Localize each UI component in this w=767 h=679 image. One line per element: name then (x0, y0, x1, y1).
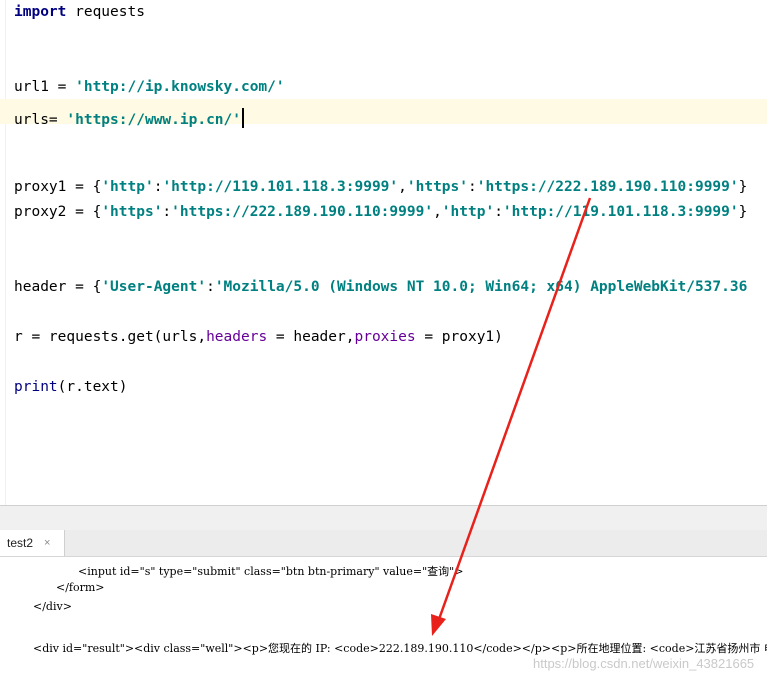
close-icon[interactable]: × (44, 530, 50, 556)
call-args: (r.text) (57, 379, 128, 395)
dict-key: 'http' (101, 179, 154, 195)
dict-key: 'https' (101, 204, 163, 220)
code-line-proxy1[interactable]: proxy1 = {'http': 'http://119.101.118.3:9… (14, 179, 747, 195)
watermark: https://blog.csdn.net/weixin_43821665 (533, 656, 755, 671)
assign-target: proxy1 = { (14, 179, 102, 195)
comma: , (433, 204, 442, 220)
assign-target: proxy2 = { (14, 204, 102, 220)
colon: : (162, 204, 172, 220)
run-tab-bar: test2 × (0, 530, 767, 557)
dict-key: 'User-Agent' (101, 279, 207, 295)
code-line-import[interactable]: import requests (14, 4, 145, 20)
output-line: </form> (56, 581, 105, 594)
colon: : (494, 204, 503, 220)
code-editor[interactable]: import requests url1 = 'http://ip.knowsk… (0, 0, 767, 505)
code-line-url1[interactable]: url1 = 'http://ip.knowsky.com/' (14, 79, 285, 95)
assign-target: urls= (14, 112, 67, 128)
dict-value: 'https://222.189.190.110:9999' (171, 204, 434, 220)
brace: } (738, 204, 748, 220)
string-literal: 'https://www.ip.cn/' (66, 112, 241, 128)
code-line-urls[interactable]: urls= 'https://www.ip.cn/' (14, 104, 244, 128)
panel-separator[interactable] (0, 505, 767, 530)
output-line: <input id="s" type="submit" class="btn b… (78, 565, 464, 578)
call-expression: r = requests.get(urls, (14, 329, 207, 345)
dict-value: 'http://119.101.118.3:9999' (502, 204, 739, 220)
string-literal: 'http://ip.knowsky.com/' (75, 79, 285, 95)
tab-test2[interactable]: test2 × (0, 530, 65, 556)
colon: : (467, 179, 477, 195)
dict-value: 'http://119.101.118.3:9999' (162, 179, 399, 195)
keyword-argument: proxies (354, 329, 416, 345)
dict-key: 'https' (406, 179, 468, 195)
code-line-request[interactable]: r = requests.get(urls,headers = header,p… (14, 329, 503, 345)
call-expression: = proxy1) (415, 329, 503, 345)
text-caret (242, 108, 244, 128)
brace: } (738, 179, 748, 195)
gutter (5, 0, 6, 505)
keyword-argument: headers (206, 329, 268, 345)
identifier: requests (66, 4, 145, 20)
comma: , (398, 179, 407, 195)
assign-target: header = { (14, 279, 102, 295)
code-line-print[interactable]: print(r.text) (14, 379, 128, 395)
assign-target: url1 = (14, 79, 76, 95)
colon: : (206, 279, 215, 295)
code-line-header[interactable]: header = {'User-Agent':'Mozilla/5.0 (Win… (14, 279, 747, 295)
call-expression: = header, (267, 329, 355, 345)
builtin-function: print (14, 379, 58, 395)
dict-key: 'http' (441, 204, 495, 220)
output-line: </div> (33, 600, 72, 613)
output-line: <div id="result"><div class="well"><p>您现… (33, 642, 767, 655)
code-line-proxy2[interactable]: proxy2 = {'https':'https://222.189.190.1… (14, 204, 747, 220)
dict-value: 'Mozilla/5.0 (Windows NT 10.0; Win64; x6… (214, 279, 748, 295)
dict-value: 'https://222.189.190.110:9999' (476, 179, 739, 195)
tab-label: test2 (7, 536, 34, 550)
keyword: import (14, 4, 67, 20)
